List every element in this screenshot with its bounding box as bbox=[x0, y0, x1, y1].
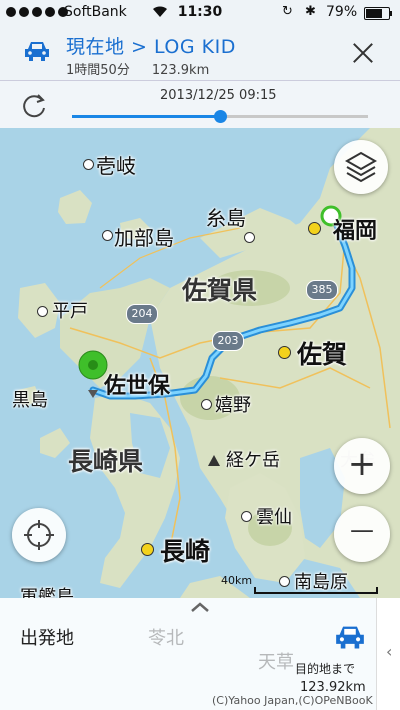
city-dot bbox=[141, 543, 154, 556]
route-header: 現在地 > LOG KID 1時間50分 123.9km bbox=[0, 26, 400, 80]
car-icon bbox=[335, 624, 365, 654]
place-label: 平戸 bbox=[52, 301, 88, 322]
place-label: 苓北 bbox=[148, 628, 184, 649]
layers-icon bbox=[344, 151, 378, 183]
route-distance: 123.9km bbox=[151, 63, 210, 78]
status-bar: SoftBank 11:30 ↻ ✱ 79% bbox=[0, 0, 400, 26]
layers-button[interactable] bbox=[334, 140, 388, 194]
route-duration: 1時間50分 bbox=[66, 63, 130, 78]
place-label: 佐世保 bbox=[104, 374, 171, 399]
zoom-out-button[interactable]: — bbox=[334, 506, 390, 562]
city-dot bbox=[278, 346, 291, 359]
timeline-bar: 2013/12/25 09:15 bbox=[0, 80, 400, 130]
place-label: 嬉野 bbox=[215, 395, 251, 416]
scale-bar bbox=[254, 587, 378, 594]
place-label: 佐賀 bbox=[297, 340, 348, 369]
scale-label: 40km bbox=[221, 574, 253, 587]
place-dot bbox=[83, 159, 94, 170]
place-label: 長崎県 bbox=[68, 447, 144, 476]
route-title[interactable]: 現在地 > LOG KID bbox=[66, 32, 236, 59]
slider-knob[interactable] bbox=[214, 110, 227, 123]
refresh-button[interactable] bbox=[20, 91, 50, 121]
place-label: 長崎 bbox=[160, 537, 211, 566]
city-dot bbox=[308, 222, 321, 235]
route-shield: 385 bbox=[306, 280, 338, 300]
place-dot bbox=[201, 399, 212, 410]
place-dot bbox=[37, 306, 48, 317]
refresh-icon bbox=[23, 94, 45, 118]
crosshair-icon bbox=[24, 520, 54, 550]
destination-label: 目的地まで bbox=[295, 662, 356, 676]
map-view[interactable]: 壱岐 加部島 糸島 福岡 佐賀県 平戸 佐賀 佐世保 黒島 嬉野 長崎県 経ケ岳… bbox=[0, 128, 400, 598]
slider-fill bbox=[72, 115, 220, 118]
place-dot bbox=[102, 230, 113, 241]
plus-icon: + bbox=[347, 444, 377, 484]
place-label: 糸島 bbox=[206, 206, 246, 230]
minus-icon: — bbox=[350, 516, 374, 544]
place-label: 雲仙 bbox=[256, 507, 292, 528]
chevron-up-icon[interactable] bbox=[186, 600, 214, 614]
destination-distance: 123.92km bbox=[300, 680, 366, 695]
timeline-slider[interactable] bbox=[72, 110, 368, 123]
place-dot bbox=[244, 232, 255, 243]
rotation-lock-icon: ↻ bbox=[282, 4, 293, 19]
battery-percentage: 79% bbox=[326, 4, 358, 20]
place-dot bbox=[241, 511, 252, 522]
close-button[interactable] bbox=[344, 34, 382, 72]
zoom-in-button[interactable]: + bbox=[334, 438, 390, 494]
place-label: 経ケ岳 bbox=[226, 450, 280, 471]
timeline-timestamp: 2013/12/25 09:15 bbox=[160, 88, 277, 103]
place-label: 佐賀県 bbox=[182, 276, 258, 305]
place-label: 壱岐 bbox=[96, 154, 136, 178]
origin-label[interactable]: 出発地 bbox=[20, 624, 74, 650]
route-shield: 203 bbox=[212, 331, 244, 351]
place-label: 加部島 bbox=[114, 226, 174, 250]
place-label: 福岡 bbox=[333, 219, 378, 244]
locate-button[interactable] bbox=[12, 508, 66, 562]
battery-icon bbox=[364, 7, 392, 20]
bluetooth-icon: ✱ bbox=[305, 4, 316, 19]
route-summary: 1時間50分 123.9km bbox=[66, 59, 209, 78]
chevron-left-icon[interactable]: ‹ bbox=[386, 642, 392, 661]
car-icon bbox=[24, 40, 50, 66]
place-dot bbox=[279, 576, 290, 587]
place-label: 天草 bbox=[258, 652, 294, 673]
map-copyright: (C)Yahoo Japan,(C)OPeNBooK bbox=[212, 694, 373, 707]
place-label: 黒島 bbox=[12, 390, 48, 411]
route-shield: 204 bbox=[126, 304, 158, 324]
place-label: 軍艦島 bbox=[20, 587, 74, 598]
